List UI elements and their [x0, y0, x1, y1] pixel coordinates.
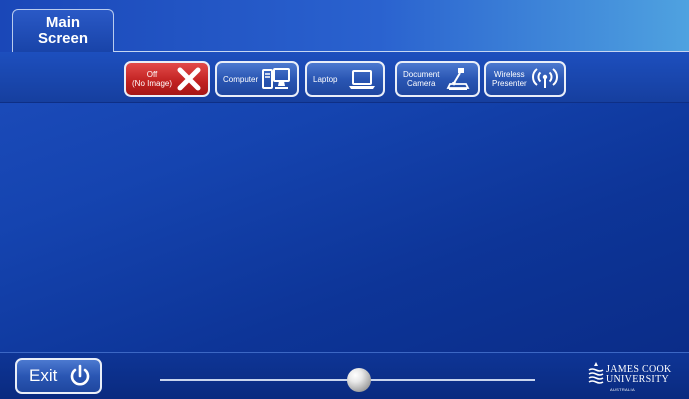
doccam-label-line1: Document [403, 70, 440, 79]
computer-button-label: Computer [223, 75, 258, 84]
tab-label-line1: Main [45, 14, 81, 31]
wireless-label-line2: Presenter [492, 79, 527, 88]
tab-label-line2: Screen [37, 30, 89, 47]
computer-icon [261, 66, 291, 92]
university-logo: JAMES COOK UNIVERSITY AUSTRALIA [588, 360, 684, 394]
wireless-icon [532, 67, 558, 91]
laptop-icon [347, 67, 377, 91]
exit-button[interactable]: Exit [15, 358, 102, 394]
laptop-label-line1: Laptop [313, 74, 338, 84]
document-camera-icon [444, 66, 472, 92]
laptop-button-label: Laptop [313, 75, 337, 84]
wireless-presenter-button-label: Wireless Presenter [492, 70, 527, 88]
power-icon [68, 364, 92, 388]
off-label-line1: Off [146, 70, 158, 79]
computer-button[interactable]: Computer [215, 61, 299, 97]
tab-main-screen[interactable]: Main Screen [12, 9, 114, 53]
close-icon [176, 66, 202, 92]
off-label-line2: (No Image) [132, 79, 173, 88]
logo-text-line3: AUSTRALIA [610, 387, 635, 392]
document-camera-button-label: Document Camera [403, 70, 439, 88]
exit-label: Exit [29, 366, 58, 385]
laptop-button[interactable]: Laptop [305, 61, 385, 97]
logo-emblem-icon [588, 362, 604, 384]
control-panel: Main Screen Off (No Image) Computer Lapt… [0, 0, 689, 399]
off-no-image-button[interactable]: Off (No Image) [124, 61, 210, 97]
logo-text-line2: UNIVERSITY [606, 374, 669, 385]
wireless-label-line1: Wireless [494, 70, 525, 79]
wireless-presenter-button[interactable]: Wireless Presenter [484, 61, 566, 97]
computer-label-line1: Computer [223, 74, 259, 84]
volume-slider-handle[interactable] [346, 368, 371, 392]
off-button-label: Off (No Image) [132, 70, 172, 88]
document-camera-button[interactable]: Document Camera [395, 61, 480, 97]
bottom-bar [0, 352, 689, 399]
doccam-label-line2: Camera [407, 79, 436, 88]
